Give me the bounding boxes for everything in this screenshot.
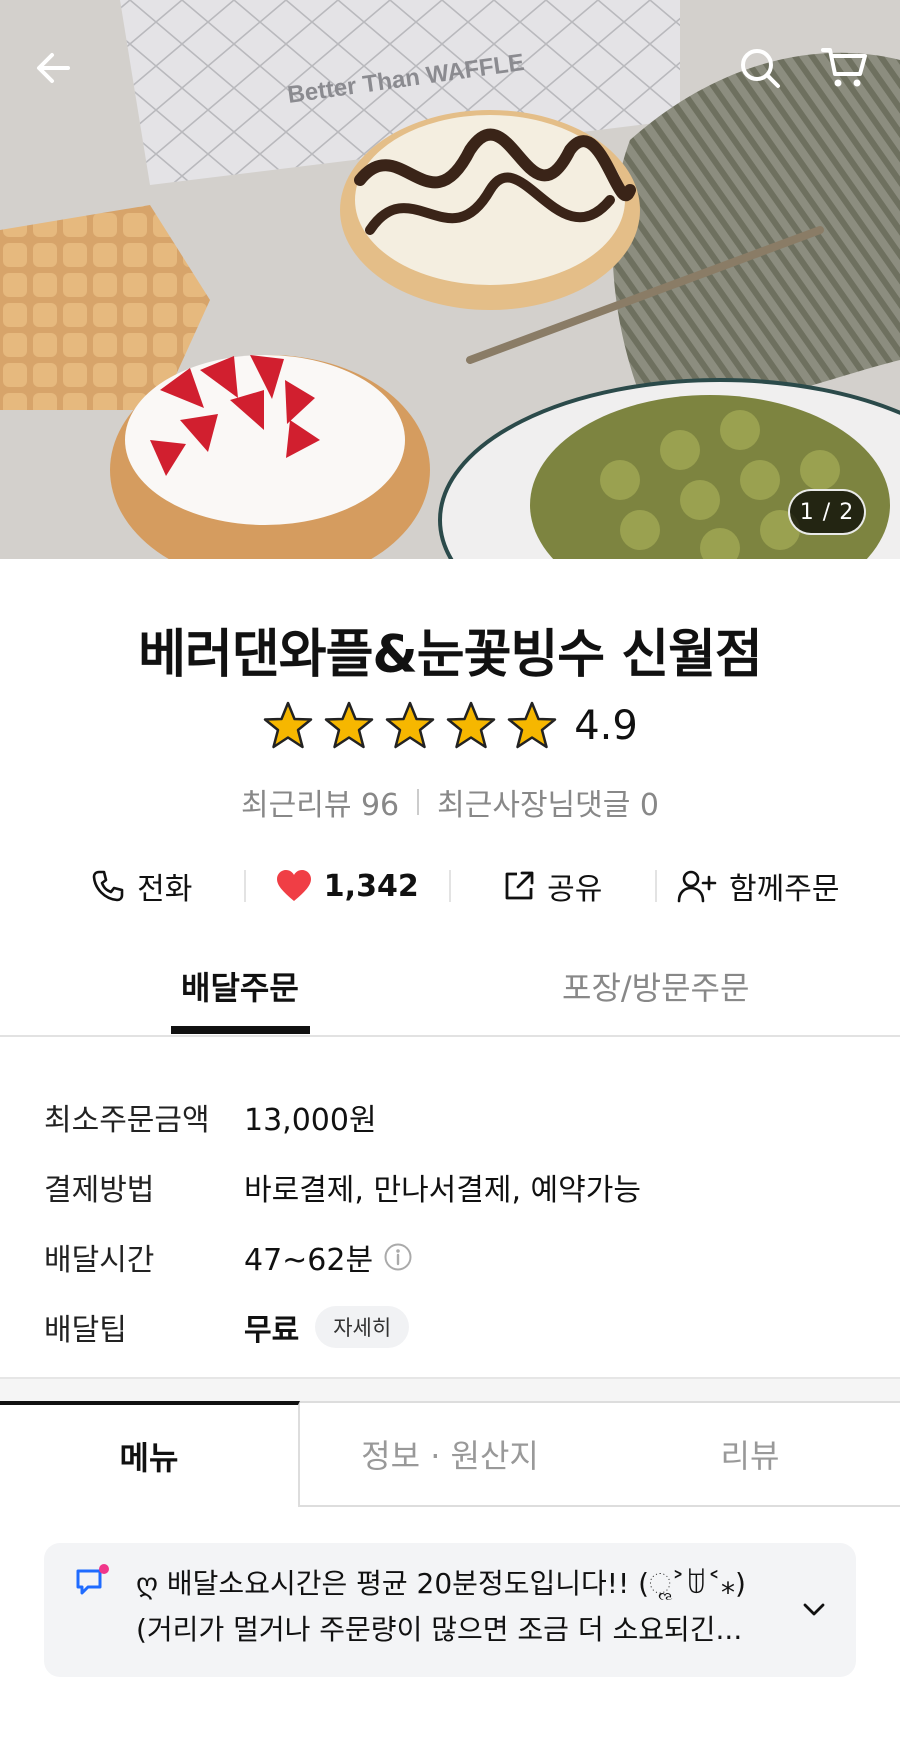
like-count: 1,342 — [323, 868, 419, 904]
announcement-icon — [76, 1564, 109, 1595]
delivery-time-label: 배달시간 — [44, 1243, 155, 1278]
owner-notice[interactable]: ღ 배달소요시간은 평균 20분정도입니다!! (ૢ˃ꌂ˂⁎) (거리가 멀거나… — [44, 1543, 856, 1677]
min-order-row: 최소주문금액 13,000원 — [44, 1082, 864, 1152]
owner-reply-count[interactable]: 최근사장님댓글 0 — [437, 780, 659, 824]
search-button[interactable] — [728, 36, 792, 100]
recent-review-count[interactable]: 최근리뷰 96 — [241, 780, 399, 824]
min-order-label: 최소주문금액 — [44, 1103, 210, 1138]
delivery-tip-value: 무료 — [244, 1313, 300, 1348]
call-button[interactable]: 전화 — [40, 864, 244, 908]
tab-info-origin[interactable]: 정보 · 원산지 — [300, 1401, 600, 1507]
delivery-tip-row: 배달팁 무료 자세히 — [44, 1292, 864, 1362]
store-photo[interactable]: Better Than WAFFLE 1 / 2 — [0, 0, 900, 559]
star-icon — [507, 701, 557, 749]
tab-review[interactable]: 리뷰 — [600, 1401, 900, 1507]
star-rating — [262, 700, 558, 752]
store-info: 최소주문금액 13,000원 결제방법 바로결제, 만나서결제, 예약가능 배달… — [44, 1082, 864, 1362]
tab-menu[interactable]: 메뉴 — [0, 1401, 300, 1507]
star-icon — [324, 701, 374, 749]
payment-value: 바로결제, 만나서결제, 예약가능 — [244, 1173, 641, 1208]
like-button[interactable]: 1,342 — [246, 869, 450, 904]
star-icon — [385, 701, 435, 749]
min-order-value: 13,000원 — [244, 1103, 377, 1138]
share-icon — [505, 871, 534, 900]
group-order-label: 함께주문 — [729, 872, 840, 907]
search-icon — [741, 49, 780, 88]
image-counter: 1 / 2 — [788, 489, 866, 535]
star-icon — [263, 701, 313, 749]
action-bar: 전화 1,342 공유 함께주문 — [40, 860, 860, 912]
delivery-tip-detail-button[interactable]: 자세히 — [315, 1306, 410, 1348]
divider — [417, 789, 420, 815]
delivery-time-row: 배달시간 47~62분 — [44, 1222, 864, 1292]
phone-icon — [92, 870, 124, 902]
section-divider — [0, 1377, 900, 1403]
review-counts: 최근리뷰 96 최근사장님댓글 0 — [0, 780, 900, 824]
notice-line-2: (거리가 멀거나 주문량이 많으면 조금 더 소요되긴... — [136, 1613, 743, 1646]
add-person-icon — [677, 870, 717, 903]
share-label: 공유 — [547, 872, 603, 907]
active-tab-indicator — [171, 1026, 310, 1034]
info-icon[interactable] — [383, 1242, 413, 1272]
share-button[interactable]: 공유 — [451, 864, 655, 908]
chevron-down-icon[interactable] — [798, 1593, 830, 1625]
delivery-tip-label: 배달팁 — [44, 1313, 127, 1348]
back-button[interactable] — [22, 36, 86, 100]
tab-pickup[interactable]: 포장/방문주문 — [562, 963, 749, 1009]
notice-text: ღ 배달소요시간은 평균 20분정도입니다!! (ૢ˃ꌂ˂⁎) (거리가 멀거나… — [136, 1561, 776, 1653]
group-order-button[interactable]: 함께주문 — [657, 864, 861, 908]
star-icon — [446, 701, 496, 749]
order-type-tabs: 배달주문 포장/방문주문 — [0, 955, 900, 1037]
rating-row: 4.9 — [0, 700, 900, 752]
cart-icon — [821, 48, 867, 87]
tab-delivery[interactable]: 배달주문 — [181, 963, 299, 1009]
notice-line-1: ღ 배달소요시간은 평균 20분정도입니다!! (ૢ˃ꌂ˂⁎) — [136, 1567, 746, 1600]
delivery-tip-value-wrap: 무료 자세히 — [244, 1305, 410, 1349]
arrow-left-icon — [37, 53, 70, 83]
cart-button[interactable] — [812, 36, 876, 100]
content-tabs: 메뉴 정보 · 원산지 리뷰 — [0, 1401, 900, 1509]
delivery-time-value: 47~62분 — [244, 1243, 374, 1278]
delivery-time-value-wrap: 47~62분 — [244, 1235, 413, 1279]
payment-label: 결제방법 — [44, 1173, 155, 1208]
rating-value: 4.9 — [574, 703, 638, 749]
call-label: 전화 — [137, 872, 193, 907]
store-name: 베러댄와플&눈꽃빙수 신월점 — [138, 625, 763, 685]
heart-icon — [276, 870, 311, 901]
payment-row: 결제방법 바로결제, 만나서결제, 예약가능 — [44, 1152, 864, 1222]
